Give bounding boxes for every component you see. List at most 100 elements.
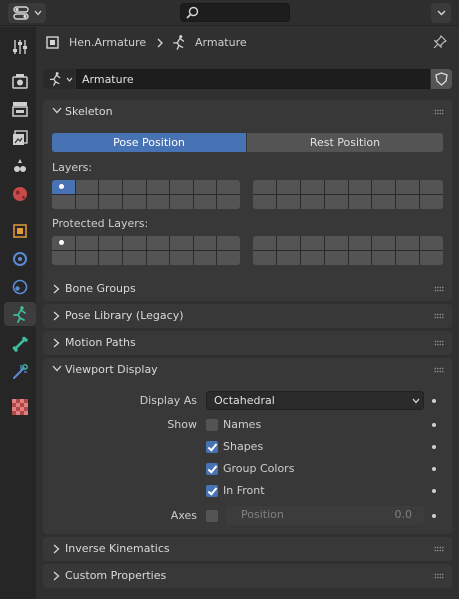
display-as-dropdown[interactable]: Octahedral (206, 391, 424, 410)
tab-bone-constraints[interactable] (8, 360, 32, 384)
protected-layer-toggle[interactable] (396, 236, 420, 250)
drag-handle[interactable] (434, 573, 444, 579)
pose-library-panel[interactable]: Pose Library (Legacy) (43, 304, 452, 328)
layer-toggle[interactable] (217, 180, 240, 194)
drag-handle[interactable] (434, 109, 444, 115)
protected-layer-toggle[interactable] (217, 251, 240, 265)
drag-handle[interactable] (434, 286, 444, 292)
protected-layer-toggle[interactable] (300, 251, 324, 265)
layer-toggle[interactable] (300, 195, 324, 209)
protected-layer-toggle[interactable] (276, 236, 300, 250)
protected-layer-toggle[interactable] (217, 236, 240, 250)
protected-layer-toggle[interactable] (170, 251, 193, 265)
protected-layers-grid-right[interactable] (253, 236, 443, 265)
layer-toggle[interactable] (348, 180, 372, 194)
names-checkbox[interactable] (206, 419, 218, 431)
protected-layer-toggle[interactable] (193, 236, 217, 250)
protected-layer-toggle[interactable] (420, 236, 443, 250)
layer-toggle[interactable] (170, 180, 193, 194)
tab-output[interactable] (8, 97, 32, 121)
layers-grid-left[interactable] (52, 180, 240, 209)
pose-position-button[interactable]: Pose Position (52, 133, 246, 152)
tab-texture[interactable] (8, 395, 32, 419)
layer-toggle[interactable] (146, 180, 170, 194)
protected-layer-toggle[interactable] (193, 251, 217, 265)
protected-layer-toggle[interactable] (99, 236, 122, 250)
pin-icon[interactable] (433, 35, 447, 49)
tab-object[interactable] (8, 219, 32, 243)
layer-toggle[interactable] (52, 195, 75, 209)
tab-modifiers[interactable] (8, 247, 32, 271)
protected-layer-toggle[interactable] (396, 251, 420, 265)
layer-toggle[interactable] (396, 195, 420, 209)
layer-toggle[interactable] (122, 195, 146, 209)
layer-toggle[interactable] (99, 195, 122, 209)
collapse-header-button[interactable] (431, 3, 451, 23)
in-front-checkbox[interactable] (206, 485, 218, 497)
drag-handle[interactable] (434, 367, 444, 373)
layer-toggle[interactable] (300, 180, 324, 194)
protected-layer-toggle[interactable] (146, 251, 170, 265)
tab-object-data[interactable] (4, 302, 36, 326)
tab-world[interactable] (8, 182, 32, 206)
animate-property-dot[interactable] (432, 467, 436, 471)
protected-layer-toggle[interactable] (348, 236, 372, 250)
protected-layer-toggle[interactable] (372, 251, 396, 265)
layer-toggle[interactable] (217, 195, 240, 209)
fake-user-button[interactable] (431, 69, 452, 89)
layer-toggle[interactable] (420, 195, 443, 209)
animate-property-dot[interactable] (432, 423, 436, 427)
search-input[interactable] (180, 3, 290, 22)
protected-layer-toggle[interactable] (99, 251, 122, 265)
protected-layer-toggle[interactable] (324, 251, 348, 265)
protected-layers-grid-left[interactable] (52, 236, 240, 265)
protected-layer-toggle[interactable] (253, 251, 276, 265)
layer-toggle[interactable] (253, 195, 276, 209)
layer-toggle[interactable] (122, 180, 146, 194)
protected-layer-toggle[interactable] (52, 236, 75, 250)
protected-layer-toggle[interactable] (324, 236, 348, 250)
protected-layer-toggle[interactable] (420, 251, 443, 265)
layer-toggle[interactable] (276, 195, 300, 209)
viewport-display-header[interactable]: Viewport Display (43, 358, 452, 382)
protected-layer-toggle[interactable] (276, 251, 300, 265)
drag-handle[interactable] (434, 340, 444, 346)
axes-position-field[interactable]: Position 0.0 (226, 506, 424, 525)
layer-toggle[interactable] (324, 180, 348, 194)
layer-toggle[interactable] (372, 180, 396, 194)
layer-toggle[interactable] (324, 195, 348, 209)
shapes-checkbox[interactable] (206, 441, 218, 453)
datablock-name-field[interactable]: Armature (76, 69, 430, 89)
layer-toggle[interactable] (170, 195, 193, 209)
layer-toggle[interactable] (420, 180, 443, 194)
tab-view-layer[interactable] (8, 126, 32, 150)
layer-toggle[interactable] (348, 195, 372, 209)
rest-position-button[interactable]: Rest Position (247, 133, 443, 152)
layer-toggle[interactable] (52, 180, 75, 194)
inverse-kinematics-panel[interactable]: Inverse Kinematics (43, 537, 452, 561)
custom-properties-panel[interactable]: Custom Properties (43, 564, 452, 588)
layer-toggle[interactable] (276, 180, 300, 194)
animate-property-dot[interactable] (432, 514, 436, 518)
layer-toggle[interactable] (372, 195, 396, 209)
layer-toggle[interactable] (75, 180, 99, 194)
motion-paths-panel[interactable]: Motion Paths (43, 331, 452, 355)
layer-toggle[interactable] (193, 195, 217, 209)
animate-property-dot[interactable] (432, 445, 436, 449)
animate-property-dot[interactable] (432, 489, 436, 493)
protected-layer-toggle[interactable] (253, 236, 276, 250)
protected-layer-toggle[interactable] (300, 236, 324, 250)
group-colors-checkbox[interactable] (206, 463, 218, 475)
protected-layer-toggle[interactable] (122, 236, 146, 250)
layer-toggle[interactable] (99, 180, 122, 194)
layer-toggle[interactable] (146, 195, 170, 209)
protected-layer-toggle[interactable] (348, 251, 372, 265)
protected-layer-toggle[interactable] (52, 251, 75, 265)
layer-toggle[interactable] (75, 195, 99, 209)
protected-layer-toggle[interactable] (122, 251, 146, 265)
tab-render[interactable] (8, 69, 32, 93)
layer-toggle[interactable] (193, 180, 217, 194)
protected-layer-toggle[interactable] (146, 236, 170, 250)
protected-layer-toggle[interactable] (170, 236, 193, 250)
editor-type-menu[interactable] (8, 3, 46, 23)
